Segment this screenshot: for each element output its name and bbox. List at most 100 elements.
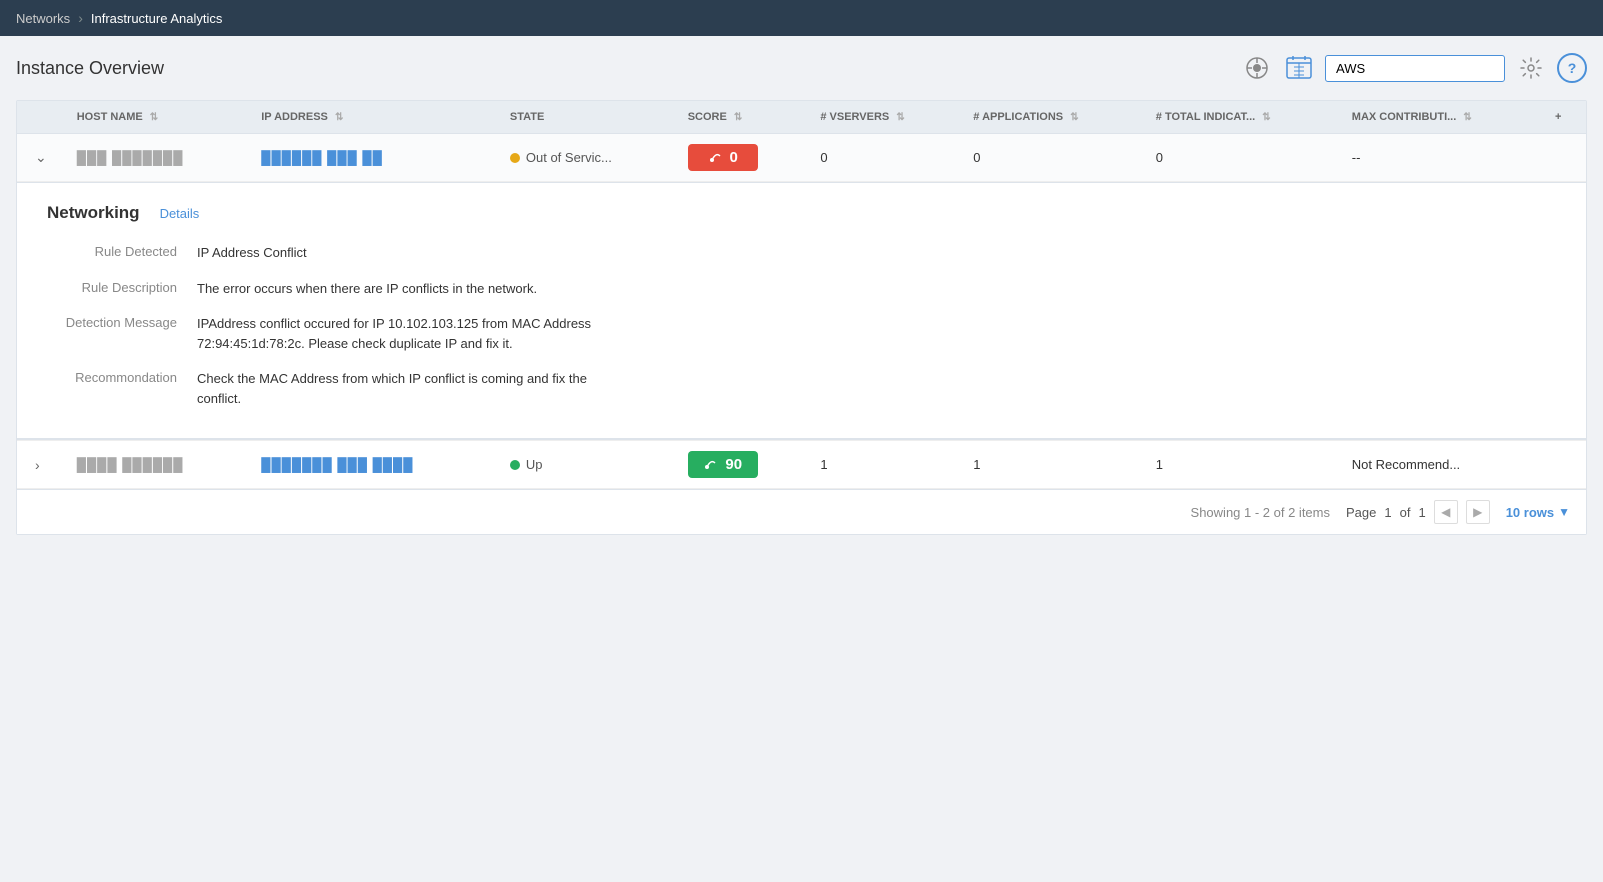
radial-icon bbox=[1244, 55, 1270, 81]
col-indicators[interactable]: # TOTAL INDICAT... ⇅ bbox=[1144, 101, 1340, 134]
detail-panel-row: Networking Details Rule Detected IP Addr… bbox=[17, 182, 1586, 441]
col-vservers-label: # VSERVERS bbox=[820, 111, 889, 123]
pagination-total: 1 bbox=[1418, 505, 1425, 520]
row1-ip[interactable]: ██████ ███ ██ bbox=[261, 150, 383, 165]
col-score-label: SCORE bbox=[688, 111, 727, 123]
rule-detected-value: IP Address Conflict bbox=[197, 243, 307, 263]
row2-score-value: 90 bbox=[725, 456, 742, 473]
data-table: HOST NAME ⇅ IP ADDRESS ⇅ STATE SCORE ⇅ bbox=[17, 101, 1586, 489]
nav-current: Infrastructure Analytics bbox=[91, 11, 223, 26]
col-ip[interactable]: IP ADDRESS ⇅ bbox=[249, 101, 498, 134]
row2-expand-cell: › bbox=[17, 441, 65, 489]
detail-row-detection-message: Detection Message IPAddress conflict occ… bbox=[47, 314, 1556, 353]
col-applications-label: # APPLICATIONS bbox=[973, 111, 1063, 123]
rule-description-value: The error occurs when there are IP confl… bbox=[197, 279, 537, 299]
row1-state-badge: Out of Servic... bbox=[510, 150, 664, 165]
nav-separator: › bbox=[78, 10, 83, 26]
pagination-page-current: 1 bbox=[1384, 505, 1391, 520]
row2-indicators-cell: 1 bbox=[1144, 441, 1340, 489]
col-indicators-label: # TOTAL INDICAT... bbox=[1156, 111, 1255, 123]
detection-message-value: IPAddress conflict occured for IP 10.102… bbox=[197, 314, 597, 353]
table-row: ⌄ ███ ███████ ██████ ███ ██ Out of Servi… bbox=[17, 134, 1586, 182]
add-column-button[interactable]: + bbox=[1543, 101, 1586, 134]
search-input[interactable] bbox=[1325, 55, 1505, 82]
row2-score-badge: 90 bbox=[688, 451, 758, 478]
row1-contribution-cell: -- bbox=[1340, 134, 1543, 182]
pagination-controls: Page 1 of 1 ◀ ▶ bbox=[1346, 500, 1490, 524]
rows-per-page-select[interactable]: 10 rows ▼ bbox=[1506, 505, 1570, 520]
table-body: ⌄ ███ ███████ ██████ ███ ██ Out of Servi… bbox=[17, 134, 1586, 489]
page-title: Instance Overview bbox=[16, 58, 164, 79]
radial-icon-button[interactable] bbox=[1241, 52, 1273, 84]
detail-row-rule-detected: Rule Detected IP Address Conflict bbox=[47, 243, 1556, 263]
pagination-row: Showing 1 - 2 of 2 items Page 1 of 1 ◀ ▶… bbox=[17, 489, 1586, 534]
row2-vservers-cell: 1 bbox=[808, 441, 961, 489]
rows-per-page-chevron: ▼ bbox=[1558, 505, 1570, 519]
row1-state-cell: Out of Servic... bbox=[498, 134, 676, 182]
detail-rows: Rule Detected IP Address Conflict Rule D… bbox=[47, 243, 1556, 408]
row1-hostname-cell: ███ ███████ bbox=[65, 134, 250, 182]
row1-applications-cell: 0 bbox=[961, 134, 1143, 182]
nav-parent[interactable]: Networks bbox=[16, 11, 70, 26]
row1-state-dot bbox=[510, 153, 520, 163]
col-indicators-sort: ⇅ bbox=[1262, 112, 1270, 123]
row2-vservers: 1 bbox=[820, 457, 827, 472]
pagination-prev-button[interactable]: ◀ bbox=[1434, 500, 1458, 524]
pagination-showing: Showing 1 - 2 of 2 items bbox=[1191, 505, 1330, 520]
rule-detected-label: Rule Detected bbox=[47, 243, 177, 263]
row1-hostname: ███ ███████ bbox=[77, 150, 184, 165]
col-applications[interactable]: # APPLICATIONS ⇅ bbox=[961, 101, 1143, 134]
pagination-page-label: Page bbox=[1346, 505, 1376, 520]
col-state-label: STATE bbox=[510, 111, 544, 123]
row1-score-badge: 0 bbox=[688, 144, 758, 171]
row1-contribution: -- bbox=[1352, 150, 1361, 165]
row2-ip[interactable]: ███████ ███ ████ bbox=[261, 457, 413, 472]
col-contribution-label: MAX CONTRIBUTI... bbox=[1352, 111, 1457, 123]
col-ip-sort: ⇅ bbox=[335, 112, 343, 123]
row2-state-badge: Up bbox=[510, 457, 664, 472]
row2-applications: 1 bbox=[973, 457, 980, 472]
detail-panel-header: Networking Details bbox=[47, 203, 1556, 223]
col-score-sort: ⇅ bbox=[734, 112, 742, 123]
row2-indicators: 1 bbox=[1156, 457, 1163, 472]
detail-panel: Networking Details Rule Detected IP Addr… bbox=[17, 182, 1586, 440]
col-hostname[interactable]: HOST NAME ⇅ bbox=[65, 101, 250, 134]
calendar-icon-button[interactable] bbox=[1283, 52, 1315, 84]
col-expand bbox=[17, 101, 65, 134]
row2-applications-cell: 1 bbox=[961, 441, 1143, 489]
col-contribution[interactable]: MAX CONTRIBUTI... ⇅ bbox=[1340, 101, 1543, 134]
detection-message-label: Detection Message bbox=[47, 314, 177, 353]
col-hostname-label: HOST NAME bbox=[77, 111, 143, 123]
detail-link[interactable]: Details bbox=[160, 206, 200, 221]
header-controls: ? bbox=[1241, 52, 1587, 84]
pagination-next-button[interactable]: ▶ bbox=[1466, 500, 1490, 524]
help-button[interactable]: ? bbox=[1557, 53, 1587, 83]
detail-row-recommendation: Recommondation Check the MAC Address fro… bbox=[47, 369, 1556, 408]
col-score[interactable]: SCORE ⇅ bbox=[676, 101, 809, 134]
table-container: HOST NAME ⇅ IP ADDRESS ⇅ STATE SCORE ⇅ bbox=[16, 100, 1587, 535]
row1-expand-cell: ⌄ bbox=[17, 134, 65, 182]
recommendation-value: Check the MAC Address from which IP conf… bbox=[197, 369, 597, 408]
row2-expand-button[interactable]: › bbox=[29, 455, 46, 475]
row2-state-dot bbox=[510, 460, 520, 470]
row1-expand-button[interactable]: ⌄ bbox=[29, 147, 53, 168]
col-vservers[interactable]: # VSERVERS ⇅ bbox=[808, 101, 961, 134]
row1-applications: 0 bbox=[973, 150, 980, 165]
recommendation-label: Recommondation bbox=[47, 369, 177, 408]
gear-icon bbox=[1519, 56, 1543, 80]
row2-state-label: Up bbox=[526, 457, 543, 472]
settings-button[interactable] bbox=[1515, 52, 1547, 84]
row2-ip-cell: ███████ ███ ████ bbox=[249, 441, 498, 489]
row2-hostname-cell: ████ ██████ bbox=[65, 441, 250, 489]
row1-extra-cell bbox=[1543, 134, 1586, 182]
row2-hostname: ████ ██████ bbox=[77, 457, 184, 472]
header-row: Instance Overview bbox=[16, 52, 1587, 84]
row2-contribution-cell: Not Recommend... bbox=[1340, 441, 1543, 489]
row1-vservers: 0 bbox=[820, 150, 827, 165]
row1-score-icon bbox=[708, 148, 724, 167]
col-state[interactable]: STATE bbox=[498, 101, 676, 134]
row1-score-value: 0 bbox=[730, 149, 738, 166]
row1-indicators-cell: 0 bbox=[1144, 134, 1340, 182]
rows-per-page-label: 10 rows bbox=[1506, 505, 1554, 520]
col-applications-sort: ⇅ bbox=[1070, 112, 1078, 123]
